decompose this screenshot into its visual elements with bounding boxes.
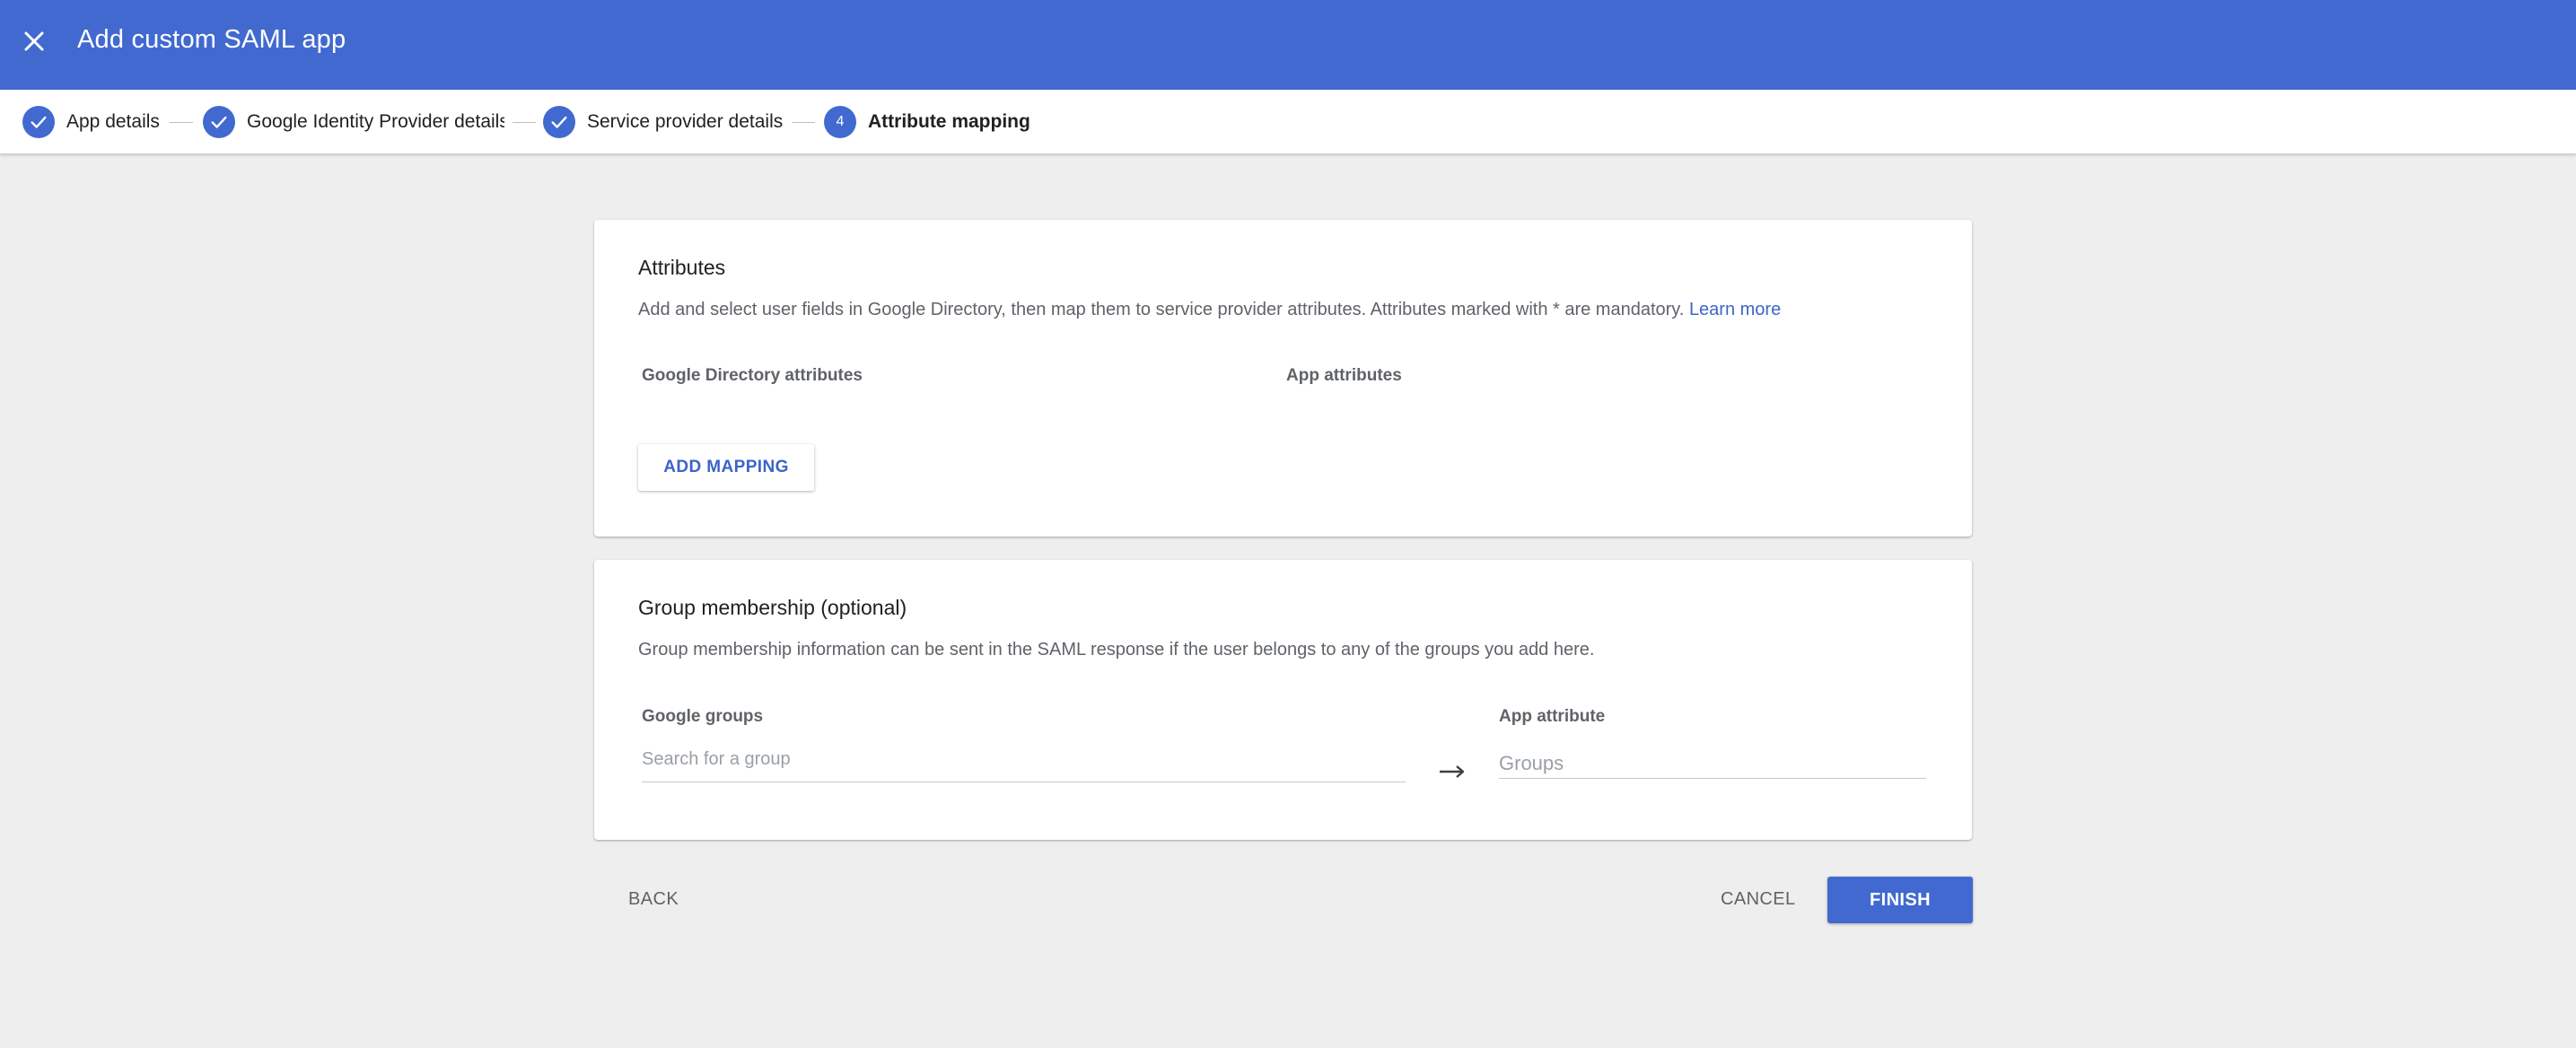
step-service-provider-details[interactable]: Service provider details [543,105,783,139]
step-connector [513,122,536,123]
group-membership-description: Group membership information can be sent… [638,640,1595,659]
learn-more-link[interactable]: Learn more [1689,300,1781,319]
step-label: Attribute mapping [868,111,1030,132]
group-membership-title: Group membership (optional) [638,596,907,619]
page-title: Add custom SAML app [77,25,346,54]
cancel-button[interactable]: CANCEL [1721,889,1796,910]
column-header-app-attributes: App attributes [1286,366,1402,385]
check-icon [203,106,235,138]
add-mapping-button[interactable]: ADD MAPPING [638,444,814,491]
step-label: Service provider details [587,111,784,132]
stepper: App details Google Identity Provider det… [0,90,2576,154]
column-header-app-attribute: App attribute [1499,707,1606,726]
column-header-directory-attributes: Google Directory attributes [642,366,863,385]
finish-button[interactable]: FINISH [1827,877,1973,923]
app-attribute-field [1499,748,1926,779]
step-app-details[interactable]: App details [22,105,160,139]
step-google-idp-details[interactable]: Google Identity Provider details [203,105,504,139]
step-attribute-mapping[interactable]: 4 Attribute mapping [824,105,1030,139]
app-attribute-input[interactable] [1499,748,1926,778]
group-membership-card: Group membership (optional) Group member… [594,560,1972,840]
check-icon [543,106,575,138]
back-button[interactable]: BACK [628,889,679,910]
arrow-right-icon [1440,765,1465,778]
group-search-input[interactable] [642,738,1406,782]
step-label: App details [66,111,160,132]
step-number-badge: 4 [824,106,856,138]
close-icon [24,31,44,51]
close-button[interactable] [18,23,50,59]
group-search-field [642,738,1406,782]
step-connector [170,122,193,123]
step-label: Google Identity Provider details [247,111,504,132]
attributes-card: Attributes Add and select user fields in… [594,220,1972,537]
check-icon [22,106,55,138]
attributes-description: Add and select user fields in Google Dir… [638,300,1781,320]
column-header-google-groups: Google groups [642,707,764,726]
attributes-title: Attributes [638,256,726,279]
attributes-description-text: Add and select user fields in Google Dir… [638,300,1685,319]
step-connector [792,122,815,123]
app-bar: Add custom SAML app [0,0,2576,90]
